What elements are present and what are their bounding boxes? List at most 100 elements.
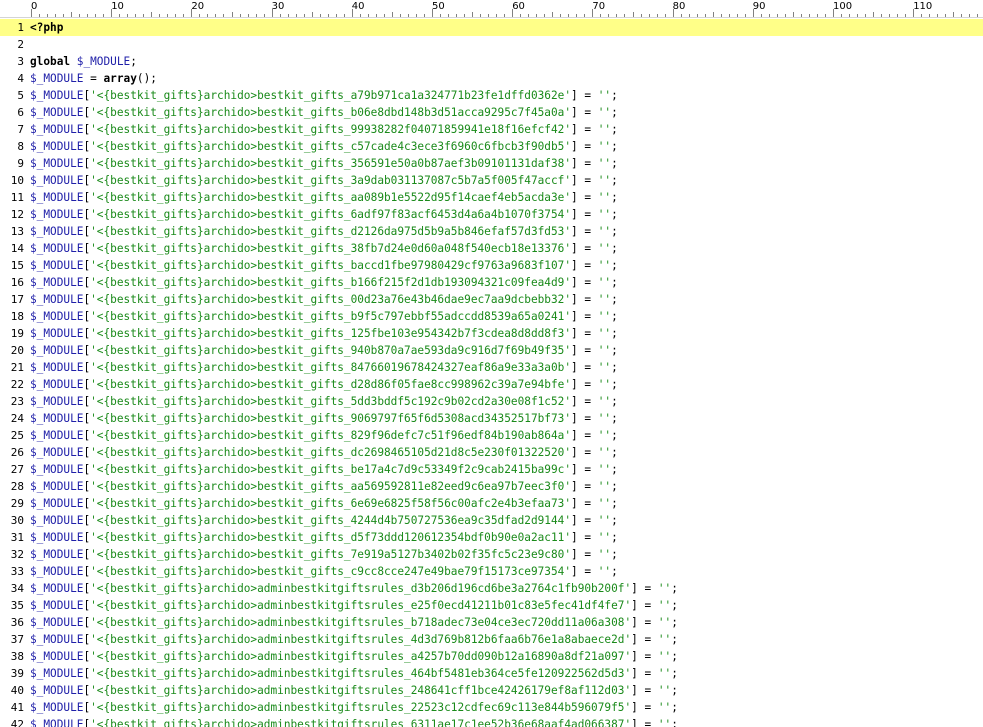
code-line[interactable]: 8 $_MODULE['<{bestkit_gifts}archido>bestk… (0, 138, 983, 155)
bracket: ] (571, 412, 578, 425)
operator: = (577, 140, 598, 153)
string-key: '<{bestkit_gifts}archido>bestkit_gifts_4… (90, 514, 572, 527)
code-line[interactable]: 10 $_MODULE['<{bestkit_gifts}archido>best… (0, 172, 983, 189)
ruler-tick (624, 14, 626, 17)
punctuation: ; (611, 497, 618, 510)
operator: = (637, 582, 658, 595)
code-line[interactable]: 39 $_MODULE['<{bestkit_gifts}archido>admi… (0, 665, 983, 682)
code-line[interactable]: 14 $_MODULE['<{bestkit_gifts}archido>best… (0, 240, 983, 257)
string-value: '' (597, 429, 612, 442)
punctuation: ; (611, 463, 618, 476)
code-line[interactable]: 34 $_MODULE['<{bestkit_gifts}archido>admi… (0, 580, 983, 597)
code-line[interactable]: 24 $_MODULE['<{bestkit_gifts}archido>best… (0, 410, 983, 427)
code-line[interactable]: 19 $_MODULE['<{bestkit_gifts}archido>best… (0, 325, 983, 342)
string-key: '<{bestkit_gifts}archido>bestkit_gifts_6… (90, 208, 572, 221)
string-key: '<{bestkit_gifts}archido>adminbestkitgif… (90, 718, 632, 727)
line-code: $_MODULE['<{bestkit_gifts}archido>bestki… (30, 308, 618, 325)
punctuation: ; (611, 140, 618, 153)
bracket: ] (571, 123, 578, 136)
punctuation: ; (611, 378, 618, 391)
string-key: '<{bestkit_gifts}archido>adminbestkitgif… (90, 684, 632, 697)
variable: $_MODULE (30, 72, 84, 85)
line-number: 17 (10, 293, 24, 306)
operator: = (577, 361, 598, 374)
punctuation: ; (671, 718, 678, 727)
line-code: $_MODULE['<{bestkit_gifts}archido>adminb… (30, 716, 678, 727)
bracket: ] (571, 174, 578, 187)
operator: = (577, 514, 598, 527)
ruler-label: 20 (191, 1, 205, 12)
ruler-tick (448, 14, 450, 17)
code-line[interactable]: 16 $_MODULE['<{bestkit_gifts}archido>best… (0, 274, 983, 291)
code-line[interactable]: 17 $_MODULE['<{bestkit_gifts}archido>best… (0, 291, 983, 308)
punctuation: ; (611, 344, 618, 357)
variable: $_MODULE (30, 225, 84, 238)
code-line[interactable]: 38 $_MODULE['<{bestkit_gifts}archido>admi… (0, 648, 983, 665)
punctuation: (); (136, 72, 157, 85)
code-line[interactable]: 26 $_MODULE['<{bestkit_gifts}archido>best… (0, 444, 983, 461)
line-code: $_MODULE['<{bestkit_gifts}archido>adminb… (30, 597, 678, 614)
code-line[interactable]: 23 $_MODULE['<{bestkit_gifts}archido>best… (0, 393, 983, 410)
ruler-tick (889, 14, 891, 17)
punctuation: ; (611, 191, 618, 204)
code-line[interactable]: 15 $_MODULE['<{bestkit_gifts}archido>best… (0, 257, 983, 274)
code-line[interactable]: 35 $_MODULE['<{bestkit_gifts}archido>admi… (0, 597, 983, 614)
code-line[interactable]: 2 (0, 36, 983, 53)
ruler-tick (119, 14, 121, 17)
code-line[interactable]: 3 global $_MODULE; (0, 53, 983, 70)
code-line[interactable]: 9 $_MODULE['<{bestkit_gifts}archido>bestk… (0, 155, 983, 172)
bracket: ] (571, 157, 578, 170)
string-key: '<{bestkit_gifts}archido>bestkit_gifts_8… (90, 361, 572, 374)
line-number: 19 (10, 327, 24, 340)
line-code: $_MODULE['<{bestkit_gifts}archido>adminb… (30, 665, 678, 682)
bracket: ] (631, 633, 638, 646)
code-line[interactable]: 18 $_MODULE['<{bestkit_gifts}archido>best… (0, 308, 983, 325)
ruler-tick (391, 12, 393, 17)
code-line[interactable]: 13 $_MODULE['<{bestkit_gifts}archido>best… (0, 223, 983, 240)
string-value: '' (597, 361, 612, 374)
ruler-tick (969, 14, 971, 17)
code-line[interactable]: 12 $_MODULE['<{bestkit_gifts}archido>best… (0, 206, 983, 223)
line-number: 9 (17, 157, 24, 170)
code-line[interactable]: 4 $_MODULE = array(); (0, 70, 983, 87)
operator: = (577, 174, 598, 187)
code-line[interactable]: 32 $_MODULE['<{bestkit_gifts}archido>best… (0, 546, 983, 563)
variable: $_MODULE (30, 548, 84, 561)
code-line[interactable]: 6 $_MODULE['<{bestkit_gifts}archido>bestk… (0, 104, 983, 121)
code-line[interactable]: 22 $_MODULE['<{bestkit_gifts}archido>best… (0, 376, 983, 393)
punctuation: ; (611, 446, 618, 459)
operator: = (577, 89, 598, 102)
code-line[interactable]: 41 $_MODULE['<{bestkit_gifts}archido>admi… (0, 699, 983, 716)
string-key: '<{bestkit_gifts}archido>adminbestkitgif… (90, 667, 632, 680)
line-number: 8 (17, 140, 24, 153)
code-line[interactable]: 42 $_MODULE['<{bestkit_gifts}archido>admi… (0, 716, 983, 727)
bracket: ] (631, 667, 638, 680)
ruler-tick (584, 14, 586, 17)
string-key: '<{bestkit_gifts}archido>bestkit_gifts_b… (90, 276, 572, 289)
ruler-tick (760, 14, 762, 17)
ruler-tick (528, 14, 530, 17)
code-line[interactable]: 40 $_MODULE['<{bestkit_gifts}archido>admi… (0, 682, 983, 699)
code-line[interactable]: 29 $_MODULE['<{bestkit_gifts}archido>best… (0, 495, 983, 512)
code-line[interactable]: 33 $_MODULE['<{bestkit_gifts}archido>best… (0, 563, 983, 580)
ruler-tick (319, 14, 321, 17)
code-line[interactable]: 30 $_MODULE['<{bestkit_gifts}archido>best… (0, 512, 983, 529)
code-line[interactable]: 5 $_MODULE['<{bestkit_gifts}archido>bestk… (0, 87, 983, 104)
punctuation: ; (611, 361, 618, 374)
code-line[interactable]: 31 $_MODULE['<{bestkit_gifts}archido>best… (0, 529, 983, 546)
code-line[interactable]: 25 $_MODULE['<{bestkit_gifts}archido>best… (0, 427, 983, 444)
code-editor[interactable]: 1 <?php 2 3 global $_MODULE; 4 $_MODULE = arra… (0, 19, 983, 727)
code-line[interactable]: 27 $_MODULE['<{bestkit_gifts}archido>best… (0, 461, 983, 478)
code-line[interactable]: 28 $_MODULE['<{bestkit_gifts}archido>best… (0, 478, 983, 495)
ruler-tick (239, 14, 241, 17)
code-line[interactable]: 1 <?php (0, 19, 983, 36)
code-line[interactable]: 7 $_MODULE['<{bestkit_gifts}archido>bestk… (0, 121, 983, 138)
code-line[interactable]: 20 $_MODULE['<{bestkit_gifts}archido>best… (0, 342, 983, 359)
line-number: 31 (10, 531, 24, 544)
code-line[interactable]: 11 $_MODULE['<{bestkit_gifts}archido>best… (0, 189, 983, 206)
code-line[interactable]: 36 $_MODULE['<{bestkit_gifts}archido>admi… (0, 614, 983, 631)
operator: = (577, 225, 598, 238)
bracket: ] (571, 565, 578, 578)
code-line[interactable]: 37 $_MODULE['<{bestkit_gifts}archido>admi… (0, 631, 983, 648)
code-line[interactable]: 21 $_MODULE['<{bestkit_gifts}archido>best… (0, 359, 983, 376)
